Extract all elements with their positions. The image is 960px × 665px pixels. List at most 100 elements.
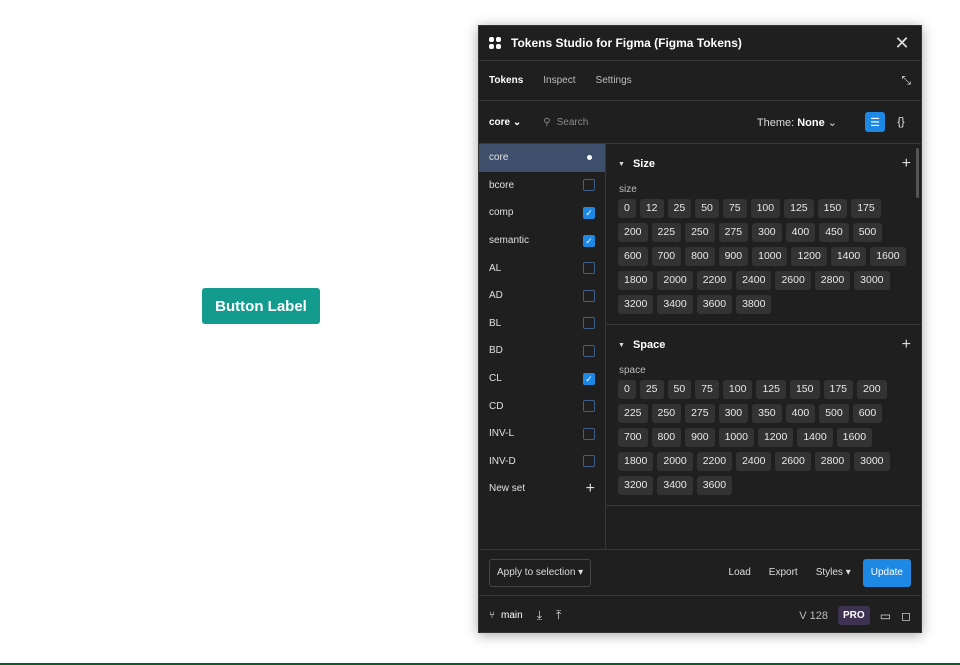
sidebar-item-cd[interactable]: CD (479, 392, 605, 420)
load-button[interactable]: Load (729, 567, 751, 578)
json-view-button[interactable]: {} (891, 112, 911, 132)
token-pill[interactable]: 2200 (696, 271, 733, 290)
token-pill[interactable]: 100 (750, 199, 781, 218)
token-pill[interactable]: 150 (817, 199, 848, 218)
token-pill[interactable]: 25 (667, 199, 692, 218)
add-token-icon[interactable]: + (902, 336, 911, 354)
token-pill[interactable]: 0 (618, 199, 636, 218)
token-pill[interactable]: 2600 (775, 452, 811, 471)
set-checkbox[interactable] (583, 400, 595, 413)
set-checkbox[interactable]: ✓ (583, 234, 595, 247)
sidebar-item-bd[interactable]: BD (479, 337, 605, 365)
feedback-icon[interactable]: ◻ (901, 609, 911, 623)
token-pill[interactable]: 125 (756, 380, 786, 399)
token-pill[interactable]: 400 (785, 223, 816, 242)
token-pill[interactable]: 175 (851, 199, 881, 218)
token-pill[interactable]: 800 (651, 428, 682, 447)
set-checkbox[interactable] (583, 289, 595, 302)
token-pill[interactable]: 1600 (836, 428, 873, 447)
search-field[interactable]: ⚲ Search (543, 117, 757, 128)
sidebar-item-core[interactable]: core (479, 144, 605, 172)
token-pill[interactable]: 3200 (618, 476, 654, 495)
token-pill[interactable]: 125 (784, 199, 814, 218)
token-pill[interactable]: 1000 (752, 247, 788, 266)
token-pill[interactable]: 3600 (696, 476, 733, 495)
token-pill[interactable]: 2800 (814, 452, 851, 471)
token-pill[interactable]: 350 (752, 404, 782, 423)
push-icon[interactable]: ⤒ (556, 608, 561, 623)
token-pill[interactable]: 225 (618, 404, 648, 423)
token-pill[interactable]: 1800 (618, 452, 654, 471)
token-pill[interactable]: 100 (722, 380, 753, 399)
export-button[interactable]: Export (769, 567, 798, 578)
pull-icon[interactable]: ⤓ (537, 608, 542, 623)
token-pill[interactable]: 300 (718, 404, 749, 423)
token-pill[interactable]: 0 (618, 380, 636, 399)
token-pill[interactable]: 175 (823, 380, 854, 399)
section-header[interactable]: ▼ Space + (606, 325, 921, 365)
token-pill[interactable]: 1400 (797, 428, 833, 447)
token-pill[interactable]: 400 (785, 404, 816, 423)
token-pill[interactable]: 3600 (696, 295, 733, 314)
token-pill[interactable]: 50 (667, 380, 692, 399)
sidebar-item-al[interactable]: AL (479, 254, 605, 282)
minimize-icon[interactable]: ⤡ (901, 73, 911, 88)
sidebar-item-bcore[interactable]: bcore (479, 172, 605, 200)
styles-button[interactable]: Styles ▾ (816, 567, 851, 578)
theme-select[interactable]: Theme: None ⌄ (757, 116, 837, 129)
list-view-button[interactable]: ☰ (865, 112, 885, 132)
token-pill[interactable]: 300 (752, 223, 782, 242)
token-pill[interactable]: 275 (718, 223, 749, 242)
apply-to-selection-select[interactable]: Apply to selection ▾ (489, 558, 592, 587)
update-button[interactable]: Update (862, 558, 911, 587)
set-checkbox[interactable]: ✓ (583, 206, 595, 219)
sidebar-item-inv-l[interactable]: INV-L (479, 420, 605, 448)
token-pill[interactable]: 700 (618, 428, 648, 447)
token-pill[interactable]: 2400 (736, 271, 772, 290)
token-pill[interactable]: 150 (789, 380, 820, 399)
token-pill[interactable]: 75 (695, 380, 719, 399)
token-pill[interactable]: 200 (857, 380, 887, 399)
add-token-icon[interactable]: + (902, 155, 911, 173)
token-pill[interactable]: 25 (639, 380, 664, 399)
token-pill[interactable]: 75 (722, 199, 747, 218)
token-pill[interactable]: 3400 (657, 476, 693, 495)
token-pill[interactable]: 1800 (618, 271, 654, 290)
token-pill[interactable]: 275 (685, 404, 715, 423)
token-pill[interactable]: 3400 (657, 295, 693, 314)
branch-selector[interactable]: ⑂ main (489, 610, 523, 621)
token-pill[interactable]: 3000 (854, 271, 890, 290)
token-pill[interactable]: 700 (651, 247, 682, 266)
token-pill[interactable]: 1200 (757, 428, 794, 447)
token-pill[interactable]: 12 (639, 199, 664, 218)
token-pill[interactable]: 225 (651, 223, 682, 242)
token-pill[interactable]: 2000 (657, 271, 693, 290)
token-pill[interactable]: 3000 (854, 452, 890, 471)
token-pill[interactable]: 2000 (657, 452, 693, 471)
token-pill[interactable]: 2600 (775, 271, 811, 290)
tab-settings[interactable]: Settings (596, 75, 632, 86)
sidebar-item-inv-d[interactable]: INV-D (479, 448, 605, 476)
token-pill[interactable]: 500 (852, 223, 883, 242)
token-set-select[interactable]: core ⌄ (489, 117, 521, 128)
set-checkbox[interactable]: ✓ (583, 372, 595, 385)
scrollbar[interactable] (916, 148, 919, 198)
set-checkbox[interactable] (583, 455, 595, 468)
token-pill[interactable]: 900 (685, 428, 715, 447)
token-pill[interactable]: 3200 (618, 295, 654, 314)
token-pill[interactable]: 800 (685, 247, 715, 266)
token-pill[interactable]: 3800 (736, 295, 772, 314)
token-pill[interactable]: 250 (685, 223, 715, 242)
token-pill[interactable]: 1600 (870, 247, 906, 266)
set-checkbox[interactable] (583, 262, 595, 275)
sidebar-item-ad[interactable]: AD (479, 282, 605, 310)
token-pill[interactable]: 2400 (736, 452, 772, 471)
token-pill[interactable]: 2800 (814, 271, 851, 290)
token-pill[interactable]: 600 (618, 247, 648, 266)
token-pill[interactable]: 450 (819, 223, 849, 242)
docs-icon[interactable]: ▭ (880, 609, 891, 623)
token-pill[interactable]: 1400 (830, 247, 867, 266)
new-set-button[interactable]: New set + (479, 475, 605, 503)
sidebar-item-semantic[interactable]: semantic ✓ (479, 227, 605, 255)
token-pill[interactable]: 900 (718, 247, 749, 266)
